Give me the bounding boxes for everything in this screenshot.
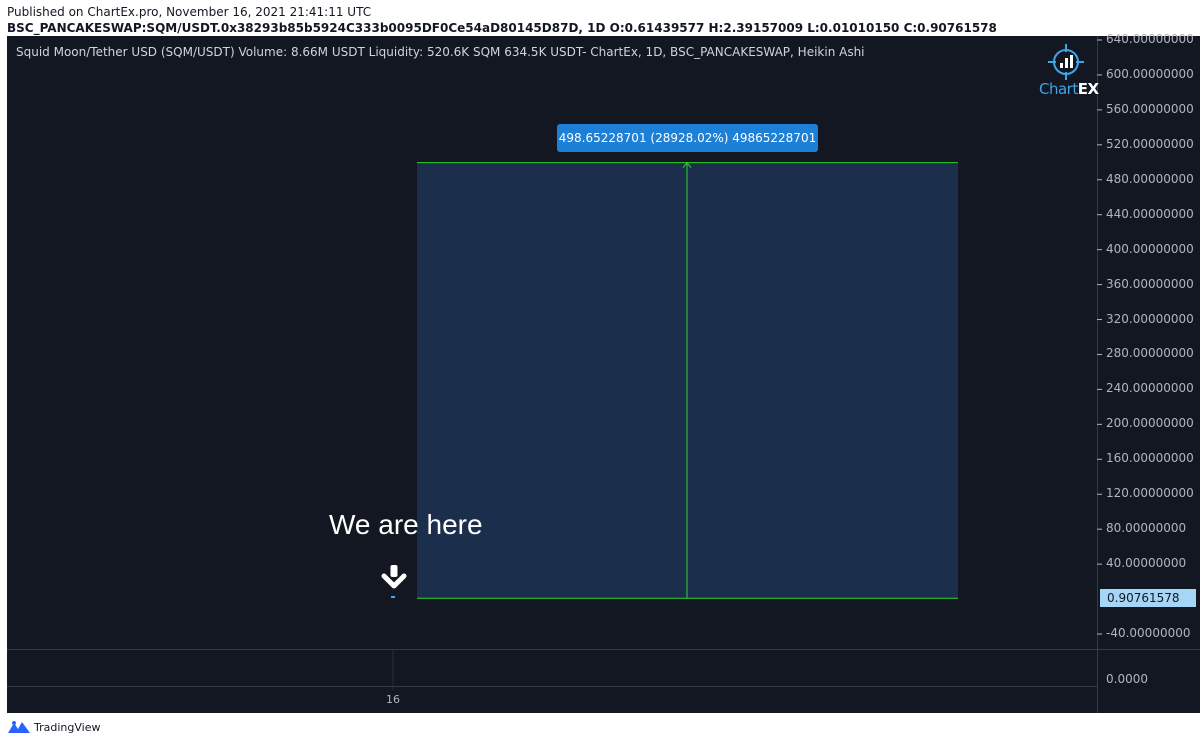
logo-name: Chart [1039, 80, 1078, 98]
tradingview-brand: TradingView [34, 720, 101, 734]
price-tick-label: 160.00000000 [1106, 451, 1194, 466]
price-tick-label: 480.00000000 [1106, 171, 1194, 186]
chart-overlay [391, 39, 1102, 690]
price-ticks [1097, 39, 1102, 635]
current-price-label: 0.90761578 [1100, 589, 1196, 607]
arrow-down-icon[interactable] [380, 563, 408, 591]
annotation-text[interactable]: We are here [329, 509, 483, 541]
price-tick-label: 360.00000000 [1106, 276, 1194, 291]
price-tick-label: 600.00000000 [1106, 66, 1194, 81]
price-tick-label: -40.00000000 [1106, 626, 1191, 640]
secondary-axis-label: 0.0000 [1106, 672, 1148, 686]
price-tick-label: 40.00000000 [1106, 556, 1187, 571]
chart-legend: Squid Moon/Tether USD (SQM/USDT) Volume:… [16, 45, 865, 59]
price-tick-label: 560.00000000 [1106, 101, 1194, 116]
logo-accent: EX [1077, 80, 1099, 98]
price-tick-label: 640.00000000 [1106, 32, 1194, 46]
price-tick-label: 280.00000000 [1106, 346, 1194, 361]
price-tick-label: 320.00000000 [1106, 311, 1194, 326]
price-tick-label: 440.00000000 [1106, 206, 1194, 221]
price-tick-label: 400.00000000 [1106, 241, 1194, 256]
price-tick-label: 120.00000000 [1106, 486, 1194, 501]
candle-bar[interactable] [391, 595, 395, 598]
chartex-logo-text: ChartEX [1039, 80, 1099, 98]
time-axis-label: 16 [386, 693, 400, 706]
price-tick-label: 200.00000000 [1106, 416, 1194, 431]
price-tick-label: 240.00000000 [1106, 381, 1194, 396]
measure-tool[interactable] [391, 161, 958, 690]
tradingview-logo-icon [8, 721, 30, 733]
measure-tooltip[interactable]: 498.65228701 (28928.02%) 49865228701 [557, 124, 818, 152]
price-tick-label: 80.00000000 [1106, 521, 1187, 536]
tradingview-footer[interactable]: TradingView [8, 719, 100, 735]
price-tick-label: 520.00000000 [1106, 136, 1194, 151]
